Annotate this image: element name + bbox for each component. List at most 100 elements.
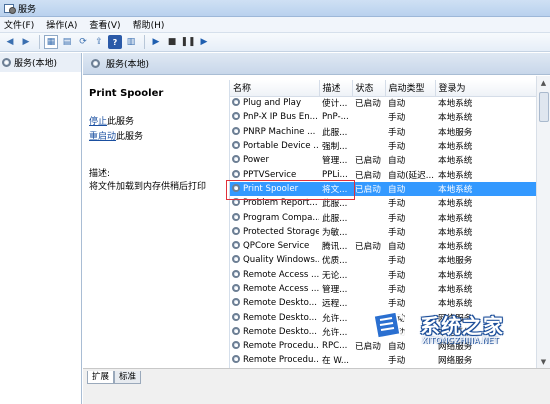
table-row[interactable]: Quality Windows... 优质... 手动 本地服务 [230, 253, 536, 267]
forward-arrow-icon[interactable]: ▶ [19, 35, 33, 49]
service-name: Plug and Play [243, 98, 302, 109]
gear-icon [232, 355, 240, 364]
toolbar: ◀ ▶ ▦ ▤ ⟳ ⇪ ? ▥ ▶ ■ ❚❚ ▶ [0, 33, 550, 52]
vertical-scrollbar[interactable]: ▲ ▼ [536, 76, 550, 368]
menu-help[interactable]: 帮助(H) [133, 18, 165, 31]
cell-status: 已启动 [355, 242, 381, 253]
table-row[interactable]: Remote Procedu... RPC... 已启动 自动 网络服务 [230, 339, 536, 353]
column-header-startup-type[interactable]: 启动类型 [385, 80, 436, 97]
cell-log-on-as: 本地系统 [438, 156, 473, 167]
tab-standard[interactable]: 标准 [114, 371, 142, 384]
cell-startup-type: 手动 [388, 127, 406, 138]
cell-description: 管理... [322, 285, 348, 295]
stop-service-link[interactable]: 停止 [89, 117, 107, 127]
cell-name: Remote Access ... [230, 268, 319, 282]
table-row[interactable]: Print Spooler 将文... 已启动 自动 本地系统 [230, 181, 536, 197]
table-row[interactable]: PNRP Machine ... 此服... 手动 本地服务 [230, 125, 536, 139]
cell-log-on-as: 本地系统 [435, 181, 536, 197]
restart-service-icon[interactable]: ▶ [197, 35, 211, 49]
gear-icon [2, 58, 11, 67]
table-row[interactable]: Remote Deskto... 远程... 手动 本地系统 [230, 296, 536, 310]
table-row[interactable]: Remote Procedu... 在 W... 手动 网络服务 [230, 353, 536, 367]
gear-icon [232, 183, 240, 192]
table-row[interactable]: PPTVService PPLi... 已启动 自动(延迟... 本地系统 [230, 167, 536, 181]
table-header-row: 名称 描述 状态 启动类型 登录为 [230, 80, 536, 97]
scrollbar-thumb[interactable] [539, 92, 549, 122]
show-action-pane-icon[interactable]: ▥ [124, 35, 138, 49]
cell-log-on-as: 本地系统 [438, 113, 473, 124]
cell-description: 腾讯... [322, 242, 348, 253]
start-service-icon[interactable]: ▶ [149, 35, 163, 49]
cell-description: 将文... [319, 181, 352, 197]
help-icon[interactable]: ? [108, 35, 122, 49]
cell-description: 允许... [322, 313, 348, 324]
menu-bar: 文件(F) 操作(A) 查看(V) 帮助(H) [0, 17, 550, 33]
cell-status [352, 268, 385, 282]
gear-icon [232, 298, 240, 307]
tab-extended[interactable]: 扩展 [87, 371, 115, 384]
cell-description: 允许... [322, 327, 348, 338]
cell-startup-type: 自动 [388, 342, 406, 353]
table-row[interactable]: Protected Storage 为敏... 手动 本地系统 [230, 225, 536, 239]
gear-icon [91, 59, 100, 68]
column-header-status[interactable]: 状态 [352, 80, 386, 97]
cell-log-on-as: 网络服务 [438, 356, 473, 367]
scroll-up-arrow-icon[interactable]: ▲ [537, 76, 550, 89]
restart-service-link[interactable]: 重启动 [89, 132, 116, 142]
cell-description: 在 W... [322, 356, 350, 367]
services-list: 名称 描述 状态 启动类型 登录为 Plug and Play 使计... 已启动自… [229, 80, 536, 368]
cell-name: Quality Windows... [230, 253, 319, 267]
column-header-log-on-as[interactable]: 登录为 [435, 80, 536, 97]
table-row[interactable]: Power 管理... 已启动 自动 本地系统 [230, 153, 536, 167]
gear-icon [232, 126, 240, 135]
table-row[interactable]: Remote Access ... 管理... 手动 本地系统 [230, 282, 536, 296]
gear-icon [232, 326, 240, 335]
table-row[interactable]: Remote Access ... 无论... 手动 本地系统 [230, 268, 536, 282]
description-label: 描述: [89, 169, 111, 179]
menu-action[interactable]: 操作(A) [46, 18, 77, 31]
menu-file[interactable]: 文件(F) [4, 18, 34, 31]
cell-name: Remote Deskto... [230, 325, 319, 339]
gear-icon [232, 98, 240, 107]
gear-icon [232, 284, 240, 292]
table-row[interactable]: Portable Device ... 强制... 手动 本地系统 [230, 139, 536, 153]
cell-status [352, 110, 385, 124]
column-header-name[interactable]: 名称 [230, 80, 320, 97]
cell-status [352, 225, 385, 239]
cell-log-on-as: 本地系统 [438, 227, 473, 238]
menu-view[interactable]: 查看(V) [89, 18, 120, 31]
cell-name: Program Compa... [230, 210, 319, 224]
cell-description: 优质... [322, 256, 348, 267]
properties-icon[interactable]: ▤ [60, 35, 74, 49]
service-name: PPTVService [243, 169, 297, 180]
pause-service-icon[interactable]: ❚❚ [180, 35, 195, 49]
tree-item-label: 服务(本地) [14, 59, 58, 69]
cell-startup-type: 手动 [388, 256, 406, 267]
export-list-icon[interactable]: ⇪ [92, 35, 106, 49]
table-row[interactable]: PnP-X IP Bus En... PnP-... 手动 本地系统 [230, 110, 536, 124]
gear-icon [232, 341, 240, 350]
tree-item-services-local[interactable]: 服务(本地) [0, 53, 81, 72]
cell-status [352, 253, 385, 267]
cell-name: Protected Storage [230, 225, 319, 239]
table-row[interactable]: Program Compa... 此服... 手动 本地系统 [230, 210, 536, 224]
scroll-down-arrow-icon[interactable]: ▼ [537, 355, 550, 368]
show-console-tree-icon[interactable]: ▦ [44, 35, 58, 49]
service-name: Power [243, 155, 269, 166]
refresh-icon[interactable]: ⟳ [76, 35, 90, 49]
cell-description: 使计... [322, 99, 348, 110]
column-header-description[interactable]: 描述 [319, 80, 353, 97]
toolbar-separator [39, 35, 40, 49]
table-row[interactable]: Problem Report... 此服... 手动 本地系统 [230, 196, 536, 210]
stop-service-suffix: 此服务 [107, 117, 135, 127]
table-row[interactable]: QPCore Service 腾讯... 已启动 自动 本地系统 [230, 239, 536, 253]
cell-status [352, 353, 385, 367]
stop-service-icon[interactable]: ■ [165, 35, 179, 49]
gear-icon [232, 269, 240, 278]
table-row[interactable]: Remote Deskto... 允许... 手动 网络服务 [230, 310, 536, 324]
cell-log-on-as: 本地系统 [438, 99, 473, 110]
table-row[interactable]: Plug and Play 使计... 已启动 自动 本地系统 [230, 96, 536, 110]
cell-log-on-as: 本地系统 [438, 270, 473, 281]
back-arrow-icon[interactable]: ◀ [3, 35, 17, 49]
table-row[interactable]: Remote Deskto... 允许... 手动 本地系统 [230, 325, 536, 339]
